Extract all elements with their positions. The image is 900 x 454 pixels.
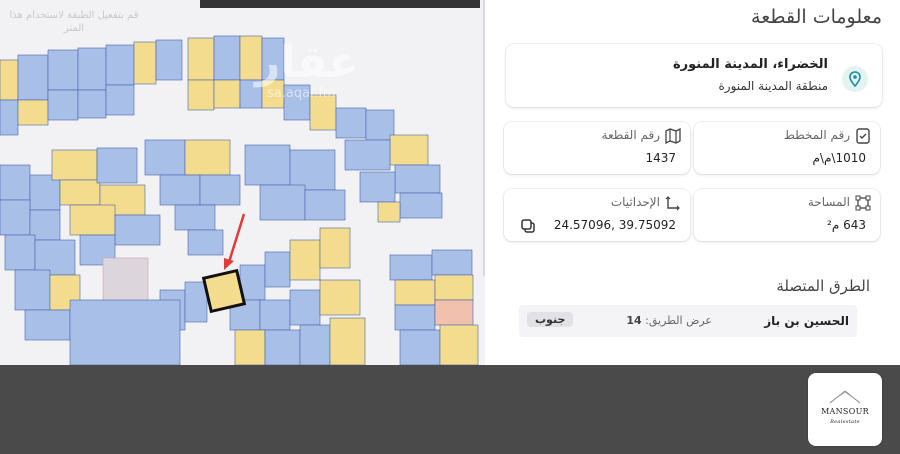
road-row: الحسين بن باز عرض الطريق: 14 جنوب xyxy=(519,305,857,337)
selected-parcel[interactable] xyxy=(201,268,247,314)
plan-number-card: رقم المخطط 1010\م\م xyxy=(694,122,880,174)
map-layer-hint: قم بتفعيل الطبقة لاستخدام هذا المتر xyxy=(9,10,139,34)
coordinates-card: الإحداثيات 39.75092 ,24.57096 xyxy=(504,189,690,241)
brand-logo: MANSOUR Realestate xyxy=(808,373,882,446)
map-canvas[interactable] xyxy=(0,0,485,365)
bottom-bar xyxy=(0,365,900,454)
plan-number-label: رقم المخطط xyxy=(783,128,850,142)
parcel-number-card: رقم القطعة 1437 xyxy=(504,122,690,174)
plan-number-value: 1010\م\م xyxy=(812,151,867,165)
area-icon xyxy=(855,195,871,211)
brand-logo-text: MANSOUR Realestate xyxy=(821,407,869,425)
axes-icon xyxy=(665,196,680,211)
document-icon xyxy=(856,128,870,144)
road-name: الحسين بن باز xyxy=(764,314,849,328)
parcel-pointer-arrow xyxy=(227,213,246,263)
area-card: المساحة 643 م² xyxy=(694,189,880,241)
copy-icon[interactable] xyxy=(520,218,536,234)
panel-title: معلومات القطعة xyxy=(751,6,882,28)
road-direction-badge: جنوب xyxy=(527,312,574,327)
location-district: الخضراء، المدينة المنورة xyxy=(673,57,828,72)
map-scrollbar[interactable] xyxy=(483,0,485,276)
area-label: المساحة xyxy=(807,195,850,209)
watermark-logo: عقار sa.aqar.fm xyxy=(255,37,359,102)
road-width: عرض الطريق: 14 xyxy=(626,314,712,327)
area-value: 643 م² xyxy=(827,218,866,232)
parcel-map[interactable]: قم بتفعيل الطبقة لاستخدام هذا المتر عقار… xyxy=(0,0,485,365)
parcel-number-label: رقم القطعة xyxy=(601,128,660,142)
parcel-number-value: 1437 xyxy=(645,151,676,165)
house-logo-icon xyxy=(829,390,861,404)
coordinates-value: 39.75092 ,24.57096 xyxy=(553,218,676,232)
connected-roads-title: الطرق المتصلة xyxy=(776,277,870,295)
location-region: منطقة المدينة المنورة xyxy=(718,79,828,93)
coordinates-label: الإحداثيات xyxy=(610,195,660,209)
parcel-info-panel: معلومات القطعة الخضراء، المدينة المنورة … xyxy=(486,0,900,365)
map-pin-icon xyxy=(842,66,868,92)
location-card: الخضراء، المدينة المنورة منطقة المدينة ا… xyxy=(506,44,882,107)
map-icon xyxy=(665,128,681,144)
